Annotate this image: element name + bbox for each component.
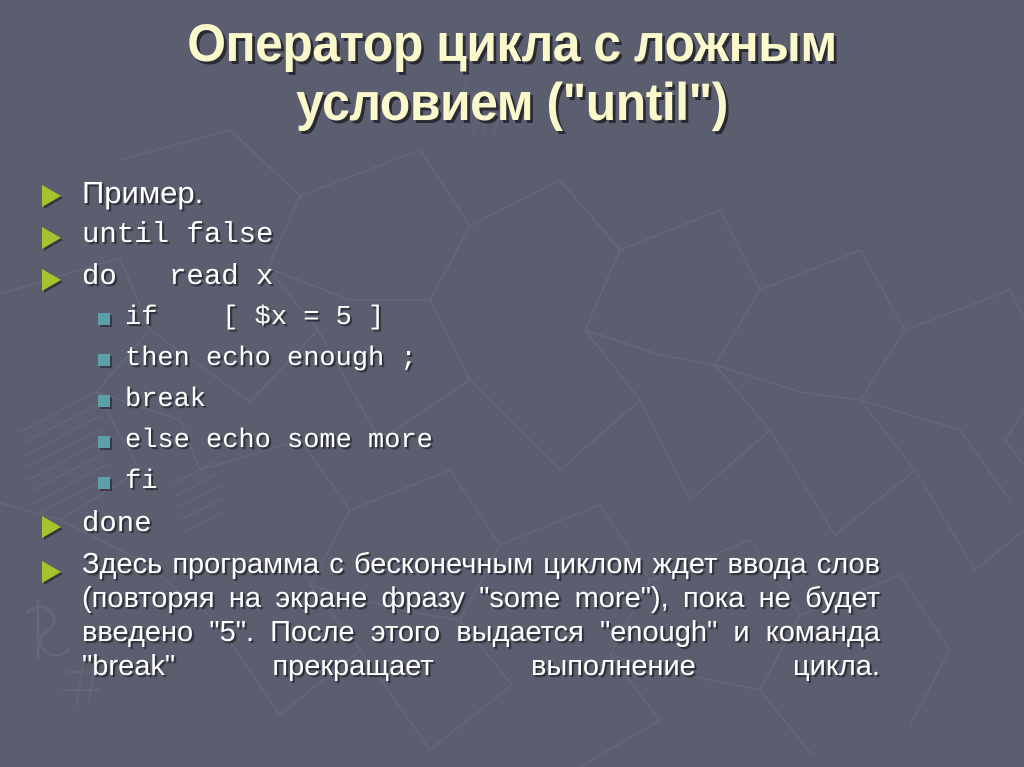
presentation-slide: Оператор цикла с ложным условием ("until… bbox=[0, 0, 1024, 767]
list-item-label: else echo some more bbox=[125, 426, 433, 456]
list-item: done bbox=[0, 503, 1024, 545]
list-item-label: then echo enough ; bbox=[125, 344, 417, 374]
title-line-2: условием ("until") bbox=[296, 73, 728, 132]
list-item-label: if [ $x = 5 ] bbox=[125, 303, 385, 333]
list-item: else echo some more bbox=[0, 421, 1024, 462]
bullet-list: Пример. until false do read x if [ $x = … bbox=[0, 172, 1024, 717]
triangle-bullet-icon bbox=[42, 516, 61, 538]
list-item-label: fi bbox=[125, 467, 158, 497]
square-bullet-icon bbox=[98, 395, 110, 407]
triangle-bullet-icon bbox=[42, 269, 61, 291]
list-item-paragraph: Здесь программа с бесконечным циклом жде… bbox=[0, 547, 1024, 717]
list-item: Пример. bbox=[0, 172, 1024, 214]
square-bullet-icon bbox=[98, 477, 110, 489]
explanation-paragraph: Здесь программа с бесконечным циклом жде… bbox=[82, 548, 880, 682]
list-item: if [ $x = 5 ] bbox=[0, 298, 1024, 339]
list-item: until false bbox=[0, 214, 1024, 256]
list-item: do read x bbox=[0, 256, 1024, 298]
list-item: then echo enough ; bbox=[0, 339, 1024, 380]
list-item: fi bbox=[0, 462, 1024, 503]
list-item: break bbox=[0, 380, 1024, 421]
title-line-1: Оператор цикла с ложным bbox=[187, 14, 837, 73]
list-item-label: Пример. bbox=[82, 175, 204, 210]
square-bullet-icon bbox=[98, 354, 110, 366]
list-item-label: done bbox=[82, 507, 152, 540]
triangle-bullet-icon bbox=[42, 227, 61, 249]
square-bullet-icon bbox=[98, 313, 110, 325]
list-item-label: break bbox=[125, 385, 207, 415]
triangle-bullet-icon bbox=[42, 561, 61, 583]
square-bullet-icon bbox=[98, 436, 110, 448]
triangle-bullet-icon bbox=[42, 185, 61, 207]
list-item-label: do read x bbox=[82, 260, 274, 293]
list-item-label: until false bbox=[82, 218, 274, 251]
slide-title: Оператор цикла с ложным условием ("until… bbox=[0, 14, 1024, 132]
